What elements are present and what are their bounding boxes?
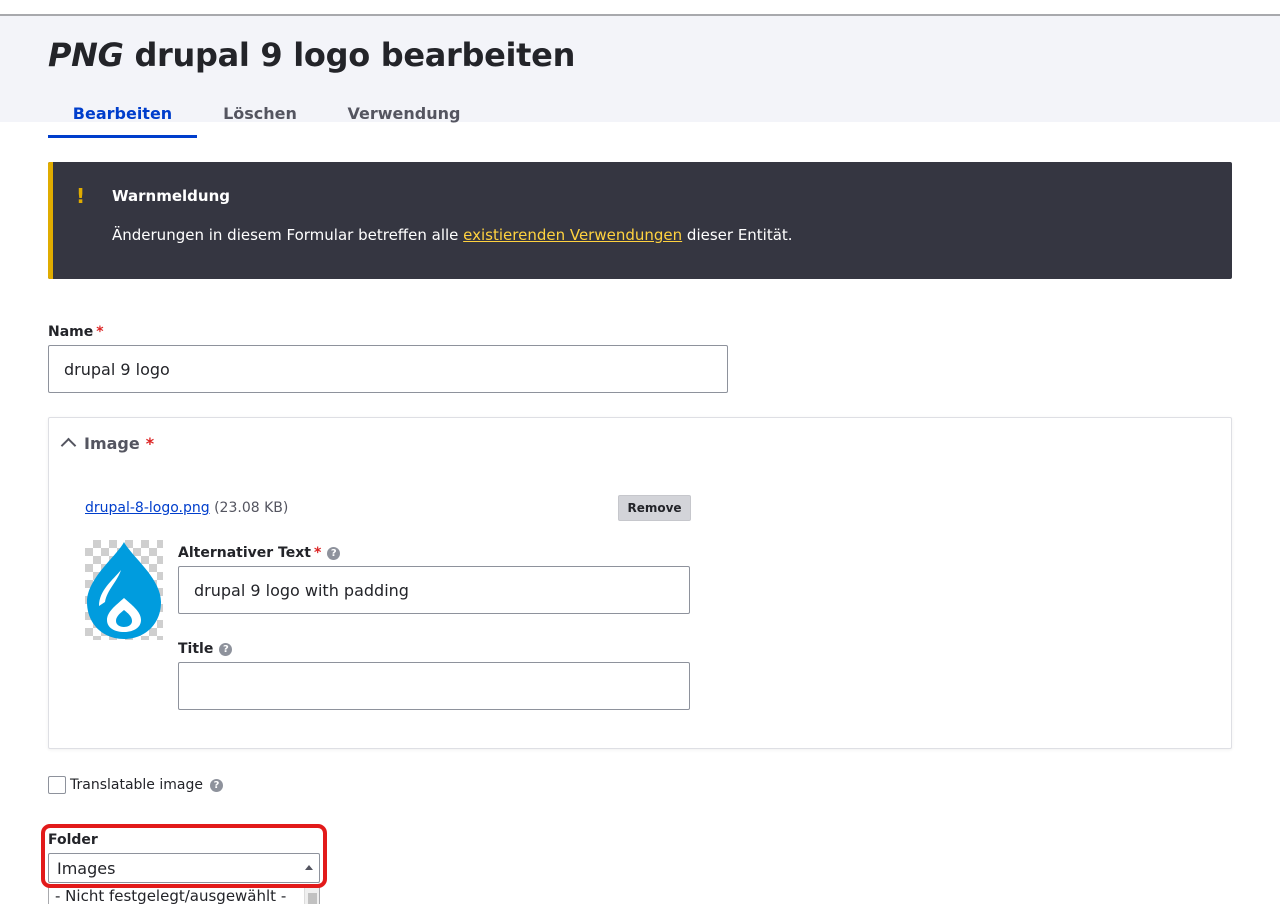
image-details: Image * drupal-8-logo.png (23.08 KB) Remo… [48, 417, 1232, 749]
help-icon[interactable]: ? [209, 778, 223, 792]
warning-usages-link[interactable]: existierenden Verwendungen [463, 226, 682, 244]
tab-verwendung[interactable]: Verwendung [340, 104, 468, 135]
help-icon[interactable]: ? [327, 546, 341, 560]
title-label: Title? [178, 641, 233, 657]
title-media-name: drupal 9 logo bearbeiten [134, 36, 576, 74]
title-label-text: Title [178, 641, 214, 657]
drupal-drop-icon [87, 542, 161, 639]
translatable-label-text: Translatable image [70, 777, 203, 793]
help-icon[interactable]: ? [219, 642, 233, 656]
warning-text-before: Änderungen in diesem Formular betreffen … [112, 226, 464, 244]
alt-text-input[interactable]: drupal 9 logo with padding [178, 566, 690, 614]
folder-option-none[interactable]: - Nicht festgelegt/ausgewählt - [55, 887, 286, 904]
highlight-annotation [41, 824, 327, 888]
image-thumbnail [85, 540, 163, 640]
name-label: Name * [48, 324, 104, 340]
warning-accent-bar [48, 162, 53, 279]
title-media-type: PNG [48, 36, 124, 74]
browser-top-bar [0, 0, 1280, 16]
image-summary-label: Image [84, 434, 140, 453]
file-info: drupal-8-logo.png (23.08 KB) [85, 500, 288, 516]
alt-text-label: Alternativer Text *? [178, 545, 341, 561]
tab-loeschen[interactable]: Löschen [214, 104, 306, 135]
translatable-image-label: Translatable image? [70, 777, 223, 793]
warning-text-after: dieser Entität. [682, 226, 793, 244]
name-input[interactable]: drupal 9 logo [48, 345, 728, 393]
alt-required-mark: * [313, 545, 322, 561]
file-size: (23.08 KB) [214, 500, 289, 516]
name-label-text: Name [48, 324, 94, 340]
warning-title: Warnmeldung [112, 187, 230, 205]
remove-button[interactable]: Remove [618, 495, 691, 521]
chevron-up-icon [60, 437, 77, 454]
title-input[interactable] [178, 662, 690, 710]
warning-message: ! Warnmeldung Änderungen in diesem Formu… [48, 162, 1232, 279]
warning-icon: ! [76, 184, 86, 208]
image-required-mark: * [145, 434, 155, 453]
image-summary-toggle[interactable]: Image * [60, 434, 155, 454]
tab-bearbeiten[interactable]: Bearbeiten [48, 104, 197, 138]
name-required-mark: * [96, 324, 104, 340]
page-title: PNG drupal 9 logo bearbeiten [48, 36, 575, 74]
warning-text: Änderungen in diesem Formular betreffen … [112, 226, 793, 244]
alt-text-label-text: Alternativer Text [178, 545, 311, 561]
scrollbar-thumb[interactable] [308, 893, 317, 904]
page-header: PNG drupal 9 logo bearbeiten Bearbeiten … [0, 16, 1280, 138]
file-name-link[interactable]: drupal-8-logo.png [85, 500, 210, 516]
translatable-image-checkbox[interactable] [48, 776, 66, 794]
